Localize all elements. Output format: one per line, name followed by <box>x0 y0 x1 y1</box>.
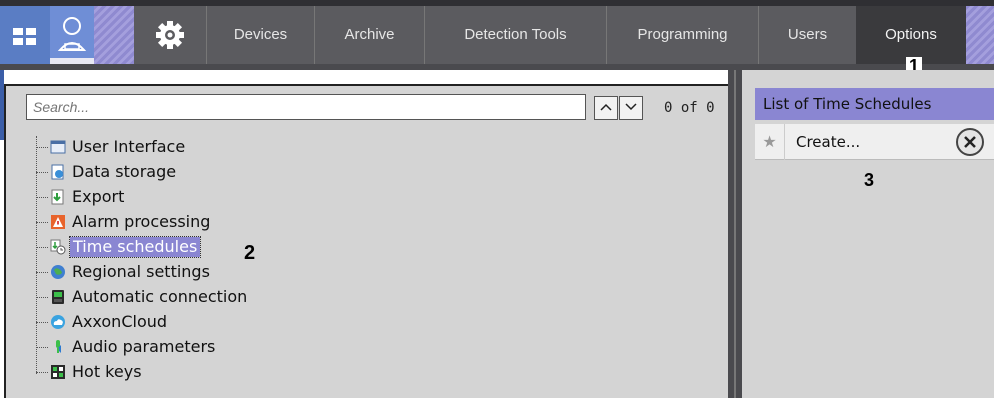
tree-item-label: Alarm processing <box>72 212 211 231</box>
close-icon <box>964 136 976 148</box>
tree-item-label: User Interface <box>72 137 186 156</box>
panel-splitter[interactable] <box>728 70 742 398</box>
tree-item-data-storage[interactable]: Data storage <box>36 161 396 183</box>
tree-item-label: AxxonCloud <box>72 312 168 331</box>
close-button[interactable] <box>956 128 984 156</box>
search-previous-button[interactable] <box>594 96 618 120</box>
settings-button[interactable] <box>134 6 206 64</box>
search-person-icon <box>57 17 87 51</box>
time-schedule-icon <box>50 239 66 255</box>
layouts-button[interactable] <box>0 6 50 64</box>
schedules-panel-title: List of Time Schedules <box>755 88 994 120</box>
tree-item-label: Hot keys <box>72 362 142 381</box>
search-input[interactable] <box>26 94 586 120</box>
export-icon <box>51 189 64 205</box>
window-icon <box>50 140 66 154</box>
nav-decoration-left <box>94 6 134 64</box>
tab-programming[interactable]: Programming <box>606 6 758 64</box>
tree-item-label: Regional settings <box>72 262 210 281</box>
options-tree: User Interface Data storage Export Alarm… <box>26 136 406 396</box>
tree-item-label: Audio parameters <box>72 337 216 356</box>
tree-item-export[interactable]: Export <box>36 186 396 208</box>
search-button[interactable] <box>50 6 94 64</box>
tree-item-regional-settings[interactable]: Regional settings <box>36 261 396 283</box>
tab-users[interactable]: Users <box>758 6 856 64</box>
keyboard-icon <box>51 365 65 379</box>
tree-item-alarm-processing[interactable]: Alarm processing <box>36 211 396 233</box>
tab-devices[interactable]: Devices <box>206 6 314 64</box>
chevron-up-icon <box>600 103 612 111</box>
tree-item-axxoncloud[interactable]: AxxonCloud <box>36 311 396 333</box>
tree-item-hot-keys[interactable]: Hot keys <box>36 361 396 383</box>
connection-icon <box>52 290 64 304</box>
storage-icon <box>51 164 64 180</box>
tree-item-label: Time schedules <box>68 236 202 258</box>
star-icon: ★ <box>755 124 785 160</box>
callout-number-3: 3 <box>864 170 875 190</box>
tree-item-label: Export <box>72 187 125 206</box>
tree-item-automatic-connection[interactable]: Automatic connection <box>36 286 396 308</box>
grid-icon <box>13 28 36 45</box>
cloud-icon <box>51 315 65 329</box>
tree-item-label: Data storage <box>72 162 177 181</box>
tree-item-label: Automatic connection <box>72 287 248 306</box>
audio-icon <box>52 340 61 353</box>
callout-number-2: 2 <box>244 242 256 264</box>
search-match-count: 0 of 0 <box>664 100 715 116</box>
create-schedule-label[interactable]: Create... <box>796 124 860 160</box>
gear-icon <box>156 21 184 49</box>
tree-item-user-interface[interactable]: User Interface <box>36 136 396 158</box>
chevron-down-icon <box>625 103 637 111</box>
tree-item-time-schedules[interactable]: Time schedules <box>36 236 396 258</box>
search-next-button[interactable] <box>619 96 643 120</box>
tab-archive[interactable]: Archive <box>314 6 424 64</box>
globe-icon <box>51 265 65 279</box>
tree-item-audio-parameters[interactable]: Audio parameters <box>36 336 396 358</box>
nav-decoration-right <box>966 6 994 64</box>
tab-detection-tools[interactable]: Detection Tools <box>424 6 606 64</box>
alarm-icon <box>51 215 65 229</box>
